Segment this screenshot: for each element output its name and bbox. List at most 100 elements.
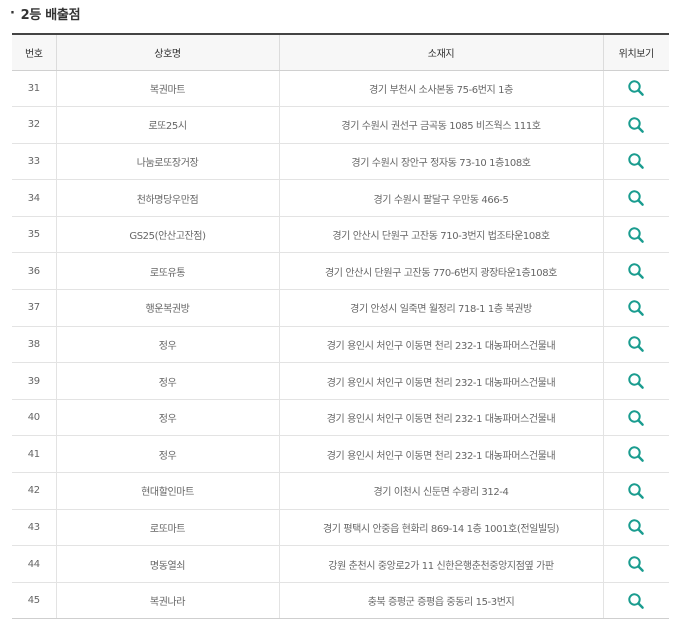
row-number: 38 <box>12 326 56 364</box>
map-cell <box>602 216 669 254</box>
page: · 2등 배출점 번호 상호명 소재지 위치보기 31 복권마트 경기 부천시 소사… <box>0 0 683 625</box>
row-number: 32 <box>12 106 56 144</box>
map-cell <box>602 399 669 437</box>
store-name: 나눔로또장거장 <box>55 143 279 181</box>
view-location-button[interactable] <box>627 262 645 280</box>
row-number: 36 <box>12 252 56 291</box>
row-number: 33 <box>12 143 56 181</box>
store-table: 번호 상호명 소재지 위치보기 31 복권마트 경기 부천시 소사본동 75-6번지… <box>12 33 669 620</box>
store-name: 정우 <box>55 362 279 400</box>
search-icon <box>628 80 645 97</box>
store-name: 명동열쇠 <box>55 545 279 583</box>
map-cell <box>602 106 669 144</box>
table-row: 36 로또유통 경기 안산시 단원구 고잔동 770-6번지 광장타운1층108호 <box>12 252 669 291</box>
store-address: 경기 수원시 장안구 정자동 73-10 1층108호 <box>278 143 603 181</box>
store-address: 경기 평택시 안중읍 현화리 869-14 1층 1001호(전일빌딩) <box>278 509 603 547</box>
table-row: 33 나눔로또장거장 경기 수원시 장안구 정자동 73-10 1층108호 <box>12 143 669 181</box>
map-cell <box>602 509 669 547</box>
row-number: 40 <box>12 399 56 437</box>
table-header: 번호 상호명 소재지 위치보기 <box>12 33 669 71</box>
view-location-button[interactable] <box>627 445 645 463</box>
store-address: 경기 부천시 소사본동 75-6번지 1층 <box>278 70 603 108</box>
row-number: 35 <box>12 216 56 254</box>
store-address: 경기 안산시 단원구 고잔동 770-6번지 광장타운1층108호 <box>278 252 603 291</box>
table-header-row: 번호 상호명 소재지 위치보기 <box>12 33 669 71</box>
view-location-button[interactable] <box>627 226 645 244</box>
search-icon <box>628 519 645 536</box>
table-row: 35 GS25(안산고잔점) 경기 안산시 단원구 고잔동 710-3번지 법조타운… <box>12 216 669 254</box>
table-row: 44 명동열쇠 강원 춘천시 중앙로2가 11 신한은행춘천중앙지점옆 가판 <box>12 545 669 583</box>
table-row: 31 복권마트 경기 부천시 소사본동 75-6번지 1층 <box>12 70 669 108</box>
map-cell <box>602 362 669 400</box>
view-location-button[interactable] <box>627 152 645 170</box>
store-name: 로또25시 <box>55 106 279 144</box>
header-name: 상호명 <box>55 33 279 71</box>
store-name: 로또마트 <box>55 509 279 547</box>
search-icon <box>628 592 645 609</box>
view-location-button[interactable] <box>627 116 645 134</box>
view-location-button[interactable] <box>627 335 645 353</box>
view-location-button[interactable] <box>627 482 645 500</box>
table-row: 37 행운복권방 경기 안성시 일죽면 월정리 718-1 1층 복권방 <box>12 289 669 327</box>
view-location-button[interactable] <box>627 592 645 610</box>
store-name: 천하명당우만점 <box>55 179 279 217</box>
view-location-button[interactable] <box>627 372 645 390</box>
search-icon <box>628 556 645 572</box>
store-address: 경기 용인시 처인구 이동면 천리 232-1 대농파머스건물내 <box>278 399 603 437</box>
store-name: 현대할인마트 <box>55 472 279 510</box>
map-cell <box>602 582 669 620</box>
view-location-button[interactable] <box>627 409 645 427</box>
map-cell <box>602 326 669 364</box>
map-cell <box>602 252 669 291</box>
view-location-button[interactable] <box>627 555 645 573</box>
title-bullet: · <box>10 5 15 21</box>
store-name: 정우 <box>55 326 279 364</box>
store-address: 경기 안산시 단원구 고잔동 710-3번지 법조타운108호 <box>278 216 603 254</box>
search-icon <box>628 446 645 463</box>
row-number: 41 <box>12 435 56 474</box>
header-no: 번호 <box>12 33 56 71</box>
search-icon <box>628 483 645 499</box>
header-map: 위치보기 <box>602 33 669 71</box>
search-icon <box>628 373 645 389</box>
store-name: 복권마트 <box>55 70 279 108</box>
store-name: 복권나라 <box>55 582 279 620</box>
store-address: 강원 춘천시 중앙로2가 11 신한은행춘천중앙지점옆 가판 <box>278 545 603 583</box>
store-address: 경기 안성시 일죽면 월정리 718-1 1층 복권방 <box>278 289 603 327</box>
map-cell <box>602 289 669 327</box>
search-icon <box>628 409 645 426</box>
table-row: 39 정우 경기 용인시 처인구 이동면 천리 232-1 대농파머스건물내 <box>12 362 669 400</box>
view-location-button[interactable] <box>627 79 645 97</box>
store-name: 행운복권방 <box>55 289 279 327</box>
map-cell <box>602 472 669 510</box>
search-icon <box>628 263 645 280</box>
table-row: 32 로또25시 경기 수원시 권선구 금곡동 1085 비즈웍스 111호 <box>12 106 669 144</box>
row-number: 42 <box>12 472 56 510</box>
row-number: 31 <box>12 70 56 108</box>
view-location-button[interactable] <box>627 299 645 317</box>
map-cell <box>602 545 669 583</box>
row-number: 44 <box>12 545 56 583</box>
table-row: 43 로또마트 경기 평택시 안중읍 현화리 869-14 1층 1001호(전일빌… <box>12 509 669 547</box>
search-icon <box>628 117 645 133</box>
store-address: 경기 용인시 처인구 이동면 천리 232-1 대농파머스건물내 <box>278 435 603 474</box>
store-address: 충북 증평군 증평읍 중동리 15-3번지 <box>278 582 603 620</box>
row-number: 37 <box>12 289 56 327</box>
view-location-button[interactable] <box>627 189 645 207</box>
view-location-button[interactable] <box>627 518 645 536</box>
row-number: 43 <box>12 509 56 547</box>
map-cell <box>602 179 669 217</box>
table-row: 38 정우 경기 용인시 처인구 이동면 천리 232-1 대농파머스건물내 <box>12 326 669 364</box>
store-name: 정우 <box>55 435 279 474</box>
store-address: 경기 이천시 신둔면 수광리 312-4 <box>278 472 603 510</box>
table-row: 40 정우 경기 용인시 처인구 이동면 천리 232-1 대농파머스건물내 <box>12 399 669 437</box>
row-number: 34 <box>12 179 56 217</box>
table-row: 42 현대할인마트 경기 이천시 신둔면 수광리 312-4 <box>12 472 669 510</box>
table-body: 31 복권마트 경기 부천시 소사본동 75-6번지 1층 32 로또25시 경기 수원시… <box>12 70 669 620</box>
search-icon <box>628 226 645 243</box>
table-row: 45 복권나라 충북 증평군 증평읍 중동리 15-3번지 <box>12 582 669 620</box>
table-row: 41 정우 경기 용인시 처인구 이동면 천리 232-1 대농파머스건물내 <box>12 435 669 474</box>
row-number: 45 <box>12 582 56 620</box>
section-title-text: 2등 배출점 <box>20 7 81 23</box>
map-cell <box>602 435 669 474</box>
